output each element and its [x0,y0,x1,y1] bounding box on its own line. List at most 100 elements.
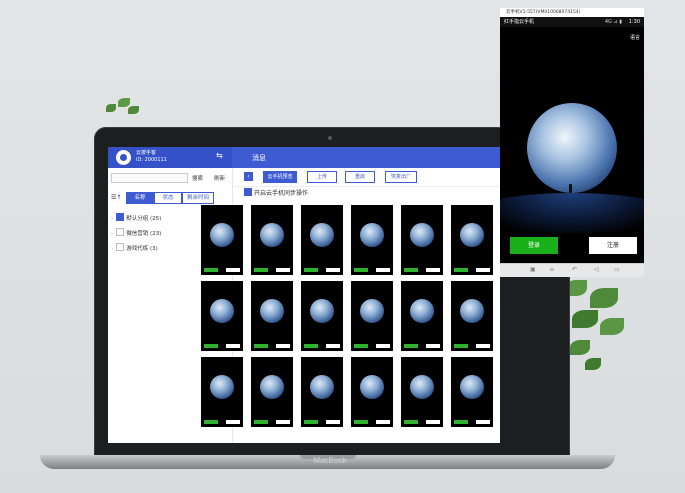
phone-app-name: 红手指云手机 [504,19,535,25]
thumb-login-button [404,420,418,424]
sort-icon[interactable]: ☰↑ [111,194,121,201]
cloud-phone-thumbnail[interactable] [451,205,493,275]
cloud-phone-thumbnail[interactable] [451,281,493,351]
earth-image [360,223,384,247]
group-item-default[interactable]: › 默认分组 (25) [111,213,161,222]
cloud-phone-thumbnail[interactable] [351,205,393,275]
thumb-register-button [326,268,340,272]
tab-status[interactable]: 状态 [154,192,182,204]
app-screen: 云按手客 ID: 2000111 ⇆ 消息 搜索 刷新 ☰↑ 名称 状态 剩余时… [108,147,500,443]
avatar[interactable] [116,150,131,165]
cloud-phone-thumbnail[interactable] [351,281,393,351]
cloud-phone-thumbnail[interactable] [301,205,343,275]
swap-icon[interactable]: ⇆ [216,152,223,160]
phone-nav-bar: ▣ ⌂ ↶ ◁ ▭ [500,263,644,277]
cloud-phone-thumbnail[interactable] [451,357,493,427]
home-icon[interactable]: ⌂ [550,266,554,273]
thumb-login-button [254,420,268,424]
thumb-login-button [254,268,268,272]
earth-image [360,375,384,399]
thumb-register-button [276,344,290,348]
tab-name[interactable]: 名称 [126,192,154,204]
profile-name: 云按手客 [136,150,157,156]
horizon-image [500,193,644,233]
earth-image [310,299,334,323]
plant-leaf [128,106,139,114]
screenshot-icon[interactable]: ▭ [614,266,620,273]
thumb-register-button [326,344,340,348]
earth-image [260,299,284,323]
sync-checkbox[interactable] [244,188,252,196]
cloud-phone-thumbnail[interactable] [401,281,443,351]
menu-icon[interactable]: ▣ [530,266,536,273]
plant-leaf [572,310,598,328]
group-item-wechat[interactable]: › 微信营销 (23) [111,228,161,237]
earth-image [460,299,484,323]
plant-leaf [590,288,618,308]
cloud-phone-thumbnail[interactable] [301,357,343,427]
thumb-login-button [204,268,218,272]
language-button[interactable]: 语言 [630,34,640,41]
upload-button[interactable]: 上传 [307,171,337,183]
thumb-login-button [204,420,218,424]
register-button[interactable]: 注册 [589,237,637,254]
thumb-register-button [426,420,440,424]
earth-image [527,103,617,193]
login-button[interactable]: 登录 [510,237,558,254]
group-label: 默认分组 [126,216,149,222]
group-item-game[interactable]: › 游戏代练 (3) [111,243,158,252]
cloud-phone-thumbnail[interactable] [351,357,393,427]
plant-leaf [118,98,130,107]
cloud-phone-thumbnail[interactable] [201,357,243,427]
thumb-login-button [354,268,368,272]
group-count: (3) [149,246,158,252]
chevron-right-icon: › [111,231,114,237]
earth-image [310,375,334,399]
toolbar: ‹ 云手机预览 上传 重启 恢复出厂 [232,168,500,187]
cloud-phone-thumbnail[interactable] [251,281,293,351]
thumb-register-button [376,420,390,424]
earth-image [410,223,434,247]
group-checkbox[interactable] [116,213,125,221]
preview-button[interactable]: 云手机预览 [263,171,297,183]
cloud-phone-thumbnail[interactable] [301,281,343,351]
cloud-phone-thumbnail[interactable] [201,205,243,275]
thumb-register-button [276,268,290,272]
volume-icon[interactable]: ◁ [594,266,599,273]
restart-button[interactable]: 重启 [345,171,375,183]
group-checkbox[interactable] [116,243,125,251]
factory-reset-button[interactable]: 恢复出厂 [385,171,417,183]
cloud-phone-thumbnail[interactable] [251,205,293,275]
page-title: 消息 [252,154,266,162]
thumb-register-button [226,268,240,272]
plant-leaf [600,318,624,335]
cloud-phone-thumbnail[interactable] [401,205,443,275]
cloud-phone-thumbnail[interactable] [251,357,293,427]
back-arrow-icon[interactable]: ↶ [572,266,577,273]
earth-image [210,223,234,247]
earth-image [360,299,384,323]
search-input[interactable] [111,173,188,183]
cloud-phone-window: 云手机V1-557(VM010068074154) 红手指云手机 4G ⊿ ▮ … [500,8,644,276]
plant-leaf [106,104,116,112]
thumb-login-button [404,344,418,348]
earth-image [260,375,284,399]
thumb-login-button [454,344,468,348]
cloud-phone-thumbnail[interactable] [201,281,243,351]
earth-image [410,375,434,399]
tab-remaining-time[interactable]: 剩余时间 [182,192,214,204]
thumb-register-button [276,420,290,424]
thumb-login-button [354,420,368,424]
sync-toggle[interactable]: 开启云手机同步操作 [244,188,308,197]
cloud-phone-thumbnail[interactable] [401,357,443,427]
earth-image [210,375,234,399]
back-icon[interactable]: ‹ [244,172,253,181]
thumb-login-button [354,344,368,348]
group-checkbox[interactable] [116,228,125,236]
search-button[interactable]: 搜索 [192,174,203,182]
refresh-button[interactable]: 刷新 [214,174,225,182]
thumb-register-button [226,344,240,348]
laptop-camera [328,136,332,140]
signal-icon: 4G ⊿ ▮ [604,19,622,25]
plant-leaf [585,358,601,370]
